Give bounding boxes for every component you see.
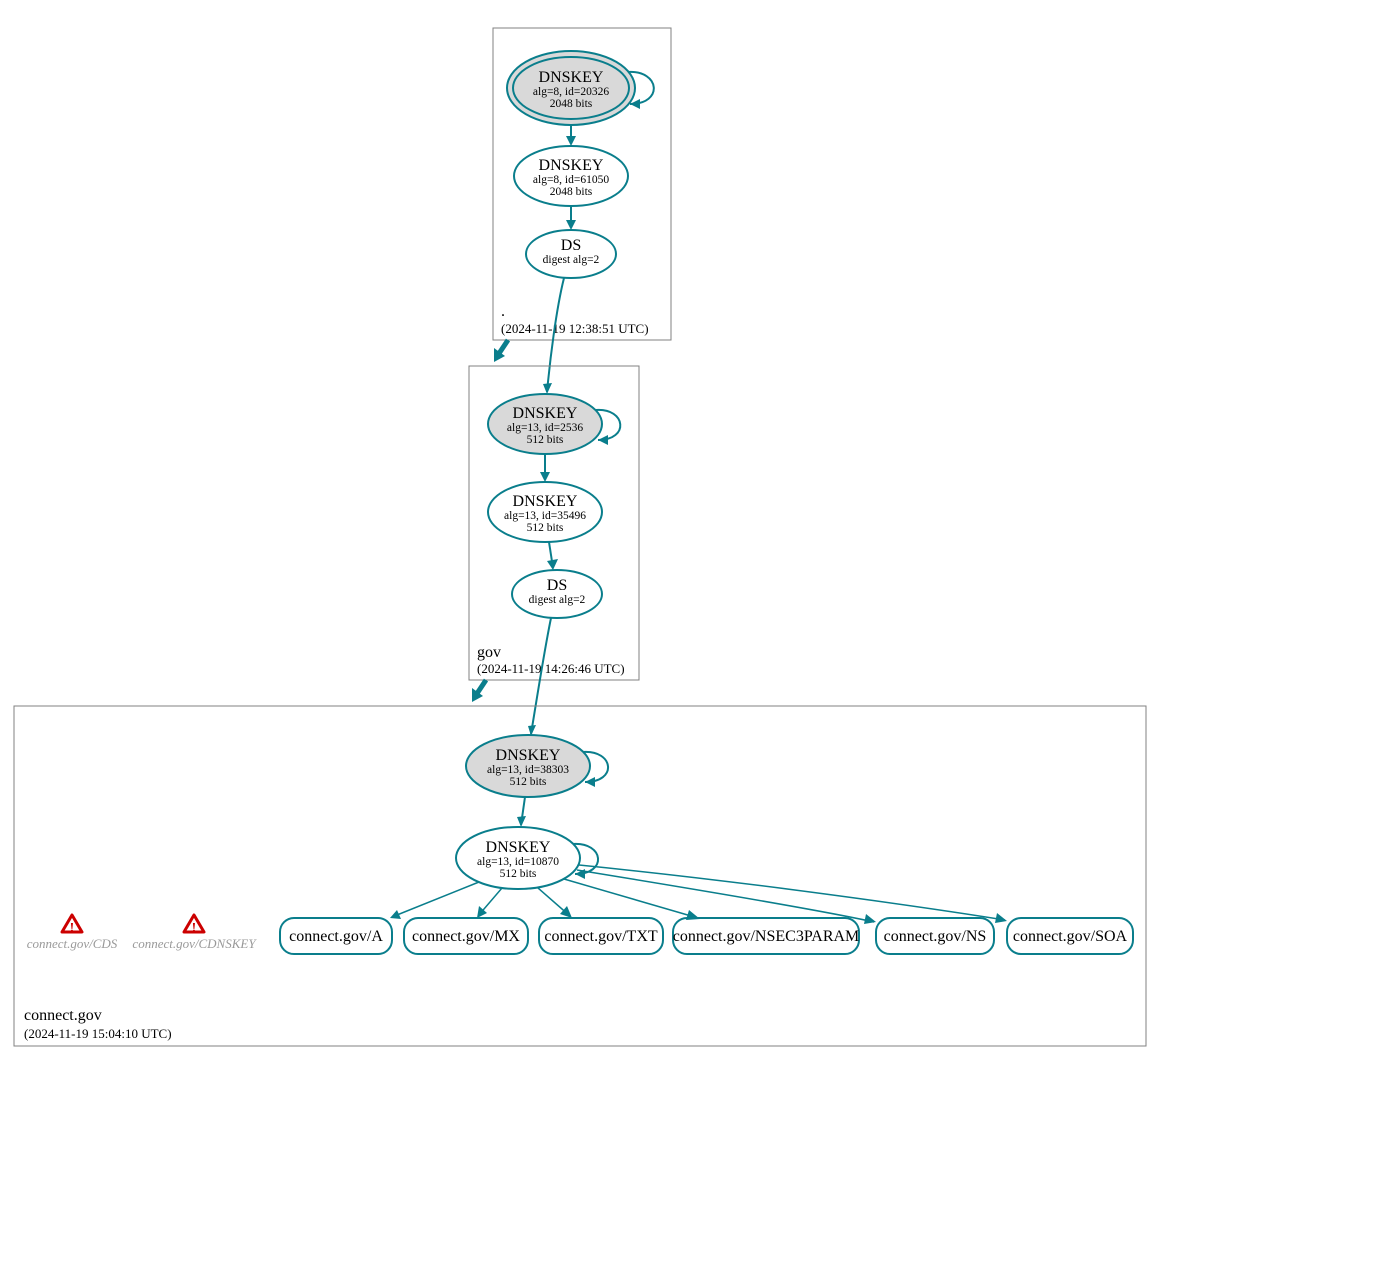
- rrset-connectgov-ns: connect.gov/NS: [876, 918, 994, 954]
- edge-gov-ds-to-connect-ksk: [531, 618, 551, 734]
- rrset-connectgov-nsec3param: connect.gov/NSEC3PARAM: [673, 918, 860, 954]
- svg-text:alg=13, id=2536: alg=13, id=2536: [507, 422, 583, 434]
- rrset-connectgov-mx: connect.gov/MX: [404, 918, 528, 954]
- rrset-connectgov-a: connect.gov/A: [280, 918, 392, 954]
- svg-text:512 bits: 512 bits: [527, 522, 564, 534]
- zone-connectgov-label: connect.gov: [24, 1007, 102, 1024]
- svg-text:alg=13, id=35496: alg=13, id=35496: [504, 510, 586, 522]
- node-connectgov-dnskey-zsk: DNSKEY alg=13, id=10870 512 bits: [456, 827, 580, 889]
- svg-text:!: !: [70, 921, 75, 936]
- svg-text:connect.gov/NSEC3PARAM: connect.gov/NSEC3PARAM: [673, 928, 860, 945]
- zone-gov: gov (2024-11-19 14:26:46 UTC) DNSKEY alg…: [469, 366, 639, 680]
- svg-text:DS: DS: [547, 577, 567, 594]
- svg-text:512 bits: 512 bits: [500, 868, 537, 880]
- svg-text:connect.gov/NS: connect.gov/NS: [884, 928, 987, 945]
- svg-text:DNSKEY: DNSKEY: [513, 405, 578, 422]
- svg-text:DNSKEY: DNSKEY: [539, 157, 604, 174]
- rrset-connectgov-txt: connect.gov/TXT: [539, 918, 663, 954]
- svg-text:DNSKEY: DNSKEY: [513, 493, 578, 510]
- node-root-dnskey-zsk: DNSKEY alg=8, id=61050 2048 bits: [514, 146, 628, 206]
- zone-gov-timestamp: (2024-11-19 14:26:46 UTC): [477, 661, 625, 676]
- svg-text:connect.gov/TXT: connect.gov/TXT: [544, 928, 658, 945]
- svg-text:DS: DS: [561, 237, 581, 254]
- zone-root: . (2024-11-19 12:38:51 UTC) DNSKEY alg=8…: [493, 28, 671, 340]
- zone-connectgov-timestamp: (2024-11-19 15:04:10 UTC): [24, 1026, 172, 1041]
- zone-root-timestamp: (2024-11-19 12:38:51 UTC): [501, 321, 649, 336]
- svg-text:connect.gov/CDS: connect.gov/CDS: [27, 936, 118, 951]
- warning-connectgov-cdnskey: ! connect.gov/CDNSKEY: [132, 915, 257, 951]
- svg-text:alg=13, id=38303: alg=13, id=38303: [487, 764, 569, 776]
- svg-text:connect.gov/CDNSKEY: connect.gov/CDNSKEY: [132, 936, 257, 951]
- svg-text:!: !: [192, 921, 197, 936]
- svg-text:digest alg=2: digest alg=2: [529, 594, 586, 606]
- node-root-dnskey-ksk: DNSKEY alg=8, id=20326 2048 bits: [507, 51, 635, 125]
- zone-connect-gov: connect.gov (2024-11-19 15:04:10 UTC) DN…: [14, 706, 1146, 1046]
- edge-zsk-to-a: [392, 882, 479, 917]
- zone-root-label: .: [501, 303, 505, 320]
- svg-text:DNSKEY: DNSKEY: [496, 747, 561, 764]
- node-gov-dnskey-zsk: DNSKEY alg=13, id=35496 512 bits: [488, 482, 602, 542]
- zone-gov-label: gov: [477, 644, 501, 661]
- svg-text:512 bits: 512 bits: [527, 434, 564, 446]
- svg-text:2048 bits: 2048 bits: [550, 98, 593, 110]
- svg-text:512 bits: 512 bits: [510, 776, 547, 788]
- svg-text:DNSKEY: DNSKEY: [486, 839, 551, 856]
- node-connectgov-dnskey-ksk: DNSKEY alg=13, id=38303 512 bits: [466, 735, 590, 797]
- svg-text:alg=8, id=20326: alg=8, id=20326: [533, 86, 609, 98]
- svg-text:alg=8, id=61050: alg=8, id=61050: [533, 174, 609, 186]
- svg-text:connect.gov/MX: connect.gov/MX: [412, 928, 520, 945]
- node-gov-ds: DS digest alg=2: [512, 570, 602, 618]
- dnssec-graph: . (2024-11-19 12:38:51 UTC) DNSKEY alg=8…: [0, 0, 1389, 1278]
- edge-zsk-to-nsec3param: [564, 879, 698, 918]
- rrset-connectgov-soa: connect.gov/SOA: [1007, 918, 1133, 954]
- svg-text:connect.gov/A: connect.gov/A: [289, 928, 383, 945]
- warning-connectgov-cds: ! connect.gov/CDS: [27, 915, 118, 951]
- svg-text:DNSKEY: DNSKEY: [539, 69, 604, 86]
- edge-zsk-to-soa: [579, 865, 1005, 920]
- node-root-ds: DS digest alg=2: [526, 230, 616, 278]
- svg-text:connect.gov/SOA: connect.gov/SOA: [1013, 928, 1128, 945]
- svg-text:digest alg=2: digest alg=2: [543, 254, 600, 266]
- svg-text:alg=13, id=10870: alg=13, id=10870: [477, 856, 559, 868]
- svg-text:2048 bits: 2048 bits: [550, 186, 593, 198]
- node-gov-dnskey-ksk: DNSKEY alg=13, id=2536 512 bits: [488, 394, 602, 454]
